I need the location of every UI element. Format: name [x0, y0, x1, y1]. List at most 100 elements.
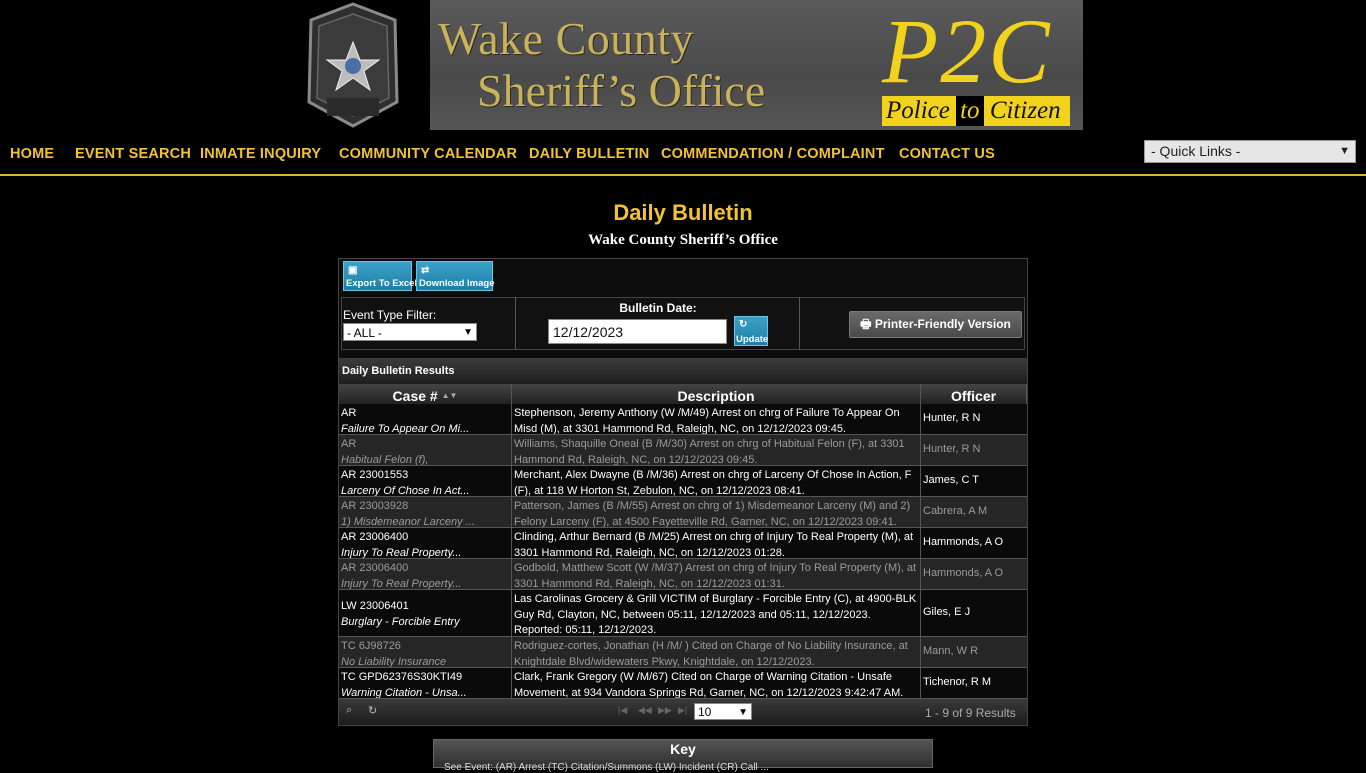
case-charge: 1) Misdemeanor Larceny ... — [341, 515, 475, 528]
case-charge: Injury To Real Property... — [341, 577, 462, 590]
export-excel-button[interactable]: ▣ Export To Excel — [343, 261, 417, 291]
case-number: LW 23006401 — [341, 600, 409, 612]
col-description-label: Description — [677, 388, 755, 404]
page-size-select[interactable]: 10 ▼ — [694, 703, 752, 720]
case-number: TC 6J98726 — [341, 640, 401, 652]
case-cell: AR 23006400 Injury To Real Property... — [339, 559, 512, 589]
last-page-icon[interactable]: ▶| — [678, 705, 687, 716]
prev-page-icon[interactable]: ◀◀ — [638, 705, 652, 716]
officer-cell: Hammonds, A O — [923, 536, 1004, 549]
header-banner: Wake County Sheriff’s Office P2C Police … — [430, 0, 1083, 130]
case-cell: AR 23001553 Larceny Of Chose In Act... — [339, 466, 512, 496]
results-header: Daily Bulletin Results — [339, 358, 1027, 384]
case-number: AR 23003928 — [341, 500, 409, 512]
printer-friendly-label: Printer-Friendly Version — [874, 317, 1011, 331]
download-image-label: Download Image — [419, 278, 495, 289]
officer-cell: Giles, E J — [923, 606, 971, 619]
description-cell: Rodriguez-cortes, Jonathan (H /M/ ) Cite… — [512, 637, 921, 667]
officer-cell: Tichenor, R M — [923, 676, 992, 689]
case-charge: Burglary - Forcible Entry — [341, 615, 460, 628]
banner-office: Sheriff’s Office — [477, 65, 766, 116]
printer-icon: 🖶 — [860, 317, 872, 331]
case-charge: Habitual Felon (f), — [341, 453, 429, 466]
swap-icon: ⇄ — [421, 265, 430, 276]
table-row[interactable]: TC 6J98726 No Liability Insurance Rodrigu… — [339, 637, 1027, 668]
description-cell: Clark, Frank Gregory (W /M/67) Cited on … — [512, 668, 921, 698]
case-number: AR 23006400 — [341, 531, 409, 543]
p2c-logo: P2C — [882, 0, 1052, 102]
page-subtitle: Wake County Sheriff’s Office — [588, 232, 778, 248]
case-charge: Warning Citation - Unsa... — [341, 686, 467, 699]
next-page-icon[interactable]: ▶▶ — [658, 705, 672, 716]
nav-commendation-complaint[interactable]: COMMENDATION / COMPLAINT — [661, 146, 885, 162]
col-case-label: Case # — [392, 388, 438, 404]
col-description[interactable]: Description — [512, 384, 921, 404]
col-case[interactable]: Case # ▲▼ — [339, 384, 512, 404]
nav-daily-bulletin[interactable]: DAILY BULLETIN — [529, 146, 649, 162]
nav-event-search[interactable]: EVENT SEARCH — [75, 146, 191, 162]
case-number: AR — [341, 438, 357, 450]
event-type-select[interactable]: - ALL - ▼ — [343, 323, 477, 341]
case-charge: Larceny Of Chose In Act... — [341, 484, 470, 497]
printer-friendly-button[interactable]: 🖶 Printer-Friendly Version — [849, 311, 1022, 338]
table-row[interactable]: LW 23006401 Burglary - Forcible Entry Las… — [339, 590, 1027, 637]
description-cell: Las Carolinas Grocery & Grill VICTIM of … — [512, 590, 921, 636]
sheriff-badge-logo — [307, 2, 399, 128]
case-cell: TC 6J98726 No Liability Insurance — [339, 637, 512, 667]
case-charge: Injury To Real Property... — [341, 546, 462, 559]
officer-cell: Hammonds, A O — [923, 567, 1004, 580]
download-image-button[interactable]: ⇄ Download Image — [416, 261, 495, 291]
case-number: AR — [341, 407, 357, 419]
case-cell: AR Failure To Appear On Mi... — [339, 404, 512, 434]
officer-cell: Hunter, R N — [923, 412, 981, 425]
description-cell: Stephenson, Jeremy Anthony (W /M/49) Arr… — [512, 404, 921, 434]
table-row[interactable]: AR 23006400 Injury To Real Property... Cl… — [339, 528, 1027, 559]
search-icon[interactable]: ⌕ — [346, 704, 352, 717]
table-row[interactable]: AR 23003928 1) Misdemeanor Larceny ... Pa… — [339, 497, 1027, 528]
first-page-icon[interactable]: |◀ — [618, 705, 627, 716]
description-cell: Clinding, Arthur Bernard (B /M/25) Arres… — [512, 528, 921, 558]
pager-bar: ⌕ ↻ |◀ ◀◀ ▶▶ ▶| — [339, 699, 1027, 725]
col-officer[interactable]: Officer — [921, 384, 1027, 404]
page-size-value: 10 — [698, 705, 712, 719]
description-cell: Patterson, James (B /M/55) Arrest on chr… — [512, 497, 921, 527]
update-label: Update — [736, 334, 769, 345]
police-to-citizen-tagline: Police to Citizen — [882, 96, 1070, 126]
chevron-down-icon: ▼ — [738, 707, 748, 718]
chevron-down-icon: ▼ — [463, 327, 473, 338]
case-cell: AR 23003928 1) Misdemeanor Larceny ... — [339, 497, 512, 527]
refresh-icon: ↻ — [739, 319, 748, 330]
nav-inmate-inquiry[interactable]: INMATE INQUIRY — [200, 146, 321, 162]
quick-links-value: - Quick Links - — [1151, 143, 1241, 159]
table-row[interactable]: AR 23006400 Injury To Real Property... Go… — [339, 559, 1027, 590]
officer-cell: Mann, W R — [923, 645, 979, 658]
officer-cell: Hunter, R N — [923, 443, 981, 456]
case-charge: No Liability Insurance — [341, 655, 447, 668]
description-cell: Merchant, Alex Dwayne (B /M/36) Arrest o… — [512, 466, 921, 496]
key-title: Key — [670, 741, 696, 757]
sort-icon: ▲▼ — [441, 391, 458, 400]
nav-contact-us[interactable]: CONTACT US — [899, 146, 995, 162]
table-row[interactable]: AR Failure To Appear On Mi... Stephenson,… — [339, 404, 1027, 435]
banner-county: Wake County — [438, 13, 695, 64]
case-cell: LW 23006401 Burglary - Forcible Entry — [339, 590, 512, 636]
bulletin-date-input[interactable]: 12/12/2023 — [548, 319, 727, 344]
page-title: Daily Bulletin — [613, 200, 753, 225]
table-row[interactable]: AR 23001553 Larceny Of Chose In Act... Me… — [339, 466, 1027, 497]
tagline-citizen: Citizen — [989, 97, 1061, 124]
case-cell: AR Habitual Felon (f), — [339, 435, 512, 465]
officer-cell: James, C T — [923, 474, 980, 487]
nav-community-calendar[interactable]: COMMUNITY CALENDAR — [339, 146, 517, 162]
table-row[interactable]: TC GPD62376S30KTI49 Warning Citation - Un… — [339, 668, 1027, 699]
case-number: TC GPD62376S30KTI49 — [341, 671, 463, 683]
update-button[interactable]: ↻ Update — [734, 316, 768, 346]
case-cell: AR 23006400 Injury To Real Property... — [339, 528, 512, 558]
export-excel-label: Export To Excel — [346, 278, 418, 289]
site-header: Wake County Sheriff’s Office P2C Police … — [0, 0, 1366, 134]
description-cell: Godbold, Matthew Scott (W /M/37) Arrest … — [512, 559, 921, 589]
quick-links-select[interactable]: - Quick Links - ▼ — [1144, 140, 1356, 163]
table-row[interactable]: AR Habitual Felon (f), Williams, Shaquill… — [339, 435, 1027, 466]
description-cell: Williams, Shaquille Oneal (B /M/30) Arre… — [512, 435, 921, 465]
nav-home[interactable]: HOME — [10, 146, 54, 162]
refresh-icon[interactable]: ↻ — [368, 704, 377, 717]
